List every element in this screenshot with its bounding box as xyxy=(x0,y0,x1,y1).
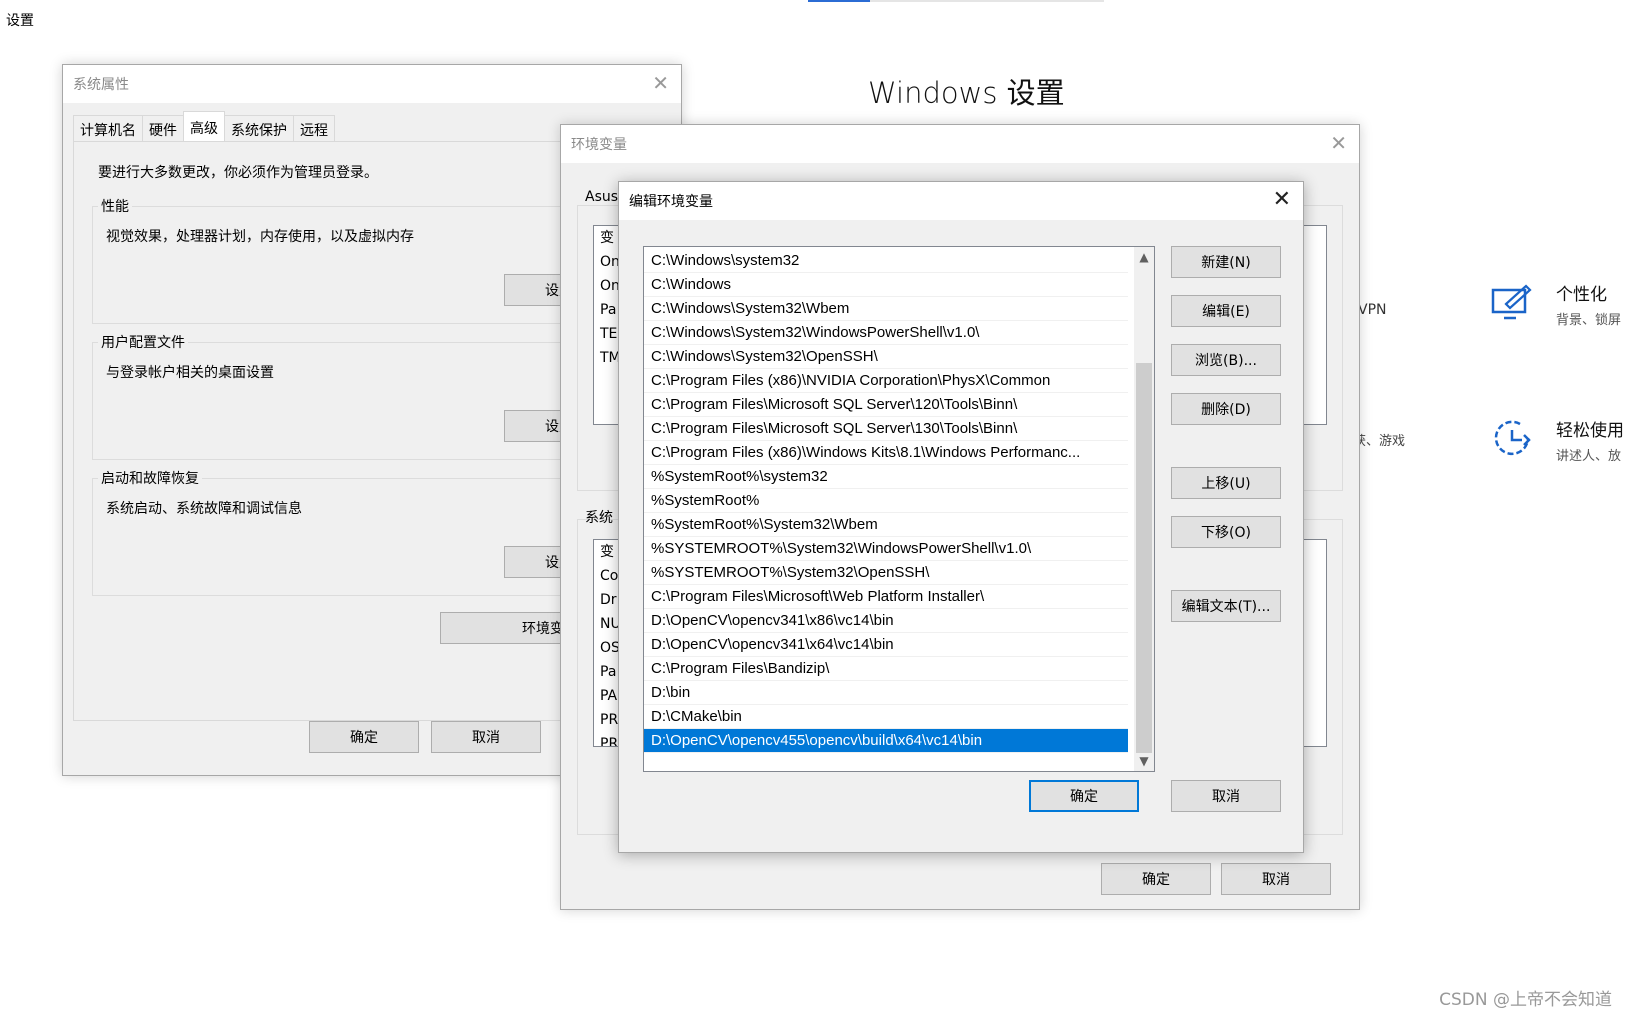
path-entry[interactable]: C:\Windows\System32\OpenSSH\ xyxy=(644,345,1128,369)
category-personalization[interactable]: 个性化 背景、锁屏 xyxy=(1490,280,1621,328)
system-vars-group-label: 系统 xyxy=(585,510,613,526)
path-entry[interactable]: D:\bin xyxy=(644,681,1128,705)
category-personalization-subtitle: 背景、锁屏 xyxy=(1556,313,1622,328)
path-entry[interactable]: %SYSTEMROOT%\System32\OpenSSH\ xyxy=(644,561,1128,585)
performance-desc: 视觉效果，处理器计划，内存使用，以及虚拟内存 xyxy=(106,229,414,245)
close-icon[interactable]: ✕ xyxy=(1273,189,1291,211)
browse-button[interactable]: 浏览(B)... xyxy=(1171,344,1281,376)
move-up-button[interactable]: 上移(U) xyxy=(1171,467,1281,499)
path-entry[interactable]: D:\CMake\bin xyxy=(644,705,1128,729)
settings-app-title: 设置 xyxy=(6,13,34,29)
admin-note: 要进行大多数更改，你必须作为管理员登录。 xyxy=(98,165,378,181)
path-list-scrollbar[interactable]: ▲ ▼ xyxy=(1134,247,1154,771)
edit-text-button[interactable]: 编辑文本(T)... xyxy=(1171,590,1281,622)
edit-environment-variable-dialog: 编辑环境变量 ✕ C:\Windows\system32 C:\Windows C:… xyxy=(618,181,1304,853)
env-vars-ok-button[interactable]: 确定 xyxy=(1101,863,1211,895)
top-accent-line xyxy=(808,0,870,2)
tab-strip: 计算机名 硬件 高级 系统保护 远程 xyxy=(73,111,335,141)
delete-button[interactable]: 删除(D) xyxy=(1171,393,1281,425)
path-entry[interactable]: C:\Windows\System32\WindowsPowerShell\v1… xyxy=(644,321,1128,345)
user-profiles-group-label: 用户配置文件 xyxy=(98,332,188,352)
path-entry[interactable]: D:\OpenCV\opencv455\opencv\build\x64\vc1… xyxy=(644,729,1128,753)
scroll-down-icon[interactable]: ▼ xyxy=(1134,751,1154,771)
startup-recovery-desc: 系统启动、系统故障和调试信息 xyxy=(106,501,302,517)
env-vars-cancel-button[interactable]: 取消 xyxy=(1221,863,1331,895)
user-vars-group-label: Asus xyxy=(585,189,619,205)
tab-remote[interactable]: 远程 xyxy=(293,115,335,141)
system-properties-cancel-button[interactable]: 取消 xyxy=(431,721,541,753)
windows-settings-heading: Windows 设置 xyxy=(868,76,1065,110)
path-entry[interactable]: C:\Windows\System32\Wbem xyxy=(644,297,1128,321)
path-entry[interactable]: C:\Windows\system32 xyxy=(644,249,1128,273)
edit-env-ok-button[interactable]: 确定 xyxy=(1029,780,1139,812)
category-ease-subtitle: 讲述人、放 xyxy=(1556,449,1622,464)
path-entry[interactable]: D:\OpenCV\opencv341\x64\vc14\bin xyxy=(644,633,1128,657)
path-entry[interactable]: %SYSTEMROOT%\System32\WindowsPowerShell\… xyxy=(644,537,1128,561)
environment-variables-title: 环境变量 xyxy=(571,137,627,153)
category-ease-title: 轻松使用 xyxy=(1556,421,1624,441)
startup-recovery-group-label: 启动和故障恢复 xyxy=(98,468,202,488)
path-entry[interactable]: C:\Program Files\Microsoft\Web Platform … xyxy=(644,585,1128,609)
move-down-button[interactable]: 下移(O) xyxy=(1171,516,1281,548)
tab-computer-name[interactable]: 计算机名 xyxy=(73,115,143,141)
path-entry[interactable]: D:\OpenCV\opencv341\x86\vc14\bin xyxy=(644,609,1128,633)
scroll-up-icon[interactable]: ▲ xyxy=(1134,247,1154,267)
edit-env-titlebar[interactable]: 编辑环境变量 ✕ xyxy=(619,182,1303,220)
performance-group-label: 性能 xyxy=(98,196,132,216)
tab-hardware[interactable]: 硬件 xyxy=(142,115,184,141)
path-entry[interactable]: C:\Program Files (x86)\Windows Kits\8.1\… xyxy=(644,441,1128,465)
category-ease-of-access[interactable]: 轻松使用 讲述人、放 xyxy=(1490,416,1624,464)
edit-env-cancel-button[interactable]: 取消 xyxy=(1171,780,1281,812)
path-entry[interactable]: C:\Program Files (x86)\NVIDIA Corporatio… xyxy=(644,369,1128,393)
scroll-thumb[interactable] xyxy=(1136,363,1152,753)
category-personalization-title: 个性化 xyxy=(1556,285,1607,305)
personalization-icon xyxy=(1491,284,1532,320)
path-entry[interactable]: %SystemRoot%\system32 xyxy=(644,465,1128,489)
tab-advanced[interactable]: 高级 xyxy=(183,111,225,141)
path-entry[interactable]: C:\Program Files\Microsoft SQL Server\13… xyxy=(644,417,1128,441)
system-properties-title: 系统属性 xyxy=(73,77,129,93)
path-entry[interactable]: C:\Program Files\Bandizip\ xyxy=(644,657,1128,681)
ease-of-access-icon xyxy=(1494,420,1531,456)
close-icon[interactable]: ✕ xyxy=(1330,133,1347,153)
environment-variables-titlebar[interactable]: 环境变量 ✕ xyxy=(561,125,1359,163)
system-properties-ok-button[interactable]: 确定 xyxy=(309,721,419,753)
path-entry[interactable]: C:\Program Files\Microsoft SQL Server\12… xyxy=(644,393,1128,417)
watermark: CSDN @上帝不会知道 xyxy=(1439,990,1612,1010)
system-properties-titlebar[interactable]: 系统属性 ✕ xyxy=(63,65,681,103)
vpn-text-fragment: VPN xyxy=(1358,302,1387,318)
path-entry[interactable]: %SystemRoot% xyxy=(644,489,1128,513)
new-button[interactable]: 新建(N) xyxy=(1171,246,1281,278)
tab-system-protection[interactable]: 系统保护 xyxy=(224,115,294,141)
user-profiles-desc: 与登录帐户相关的桌面设置 xyxy=(106,365,274,381)
path-list[interactable]: C:\Windows\system32 C:\Windows C:\Windows\… xyxy=(643,246,1155,772)
edit-button[interactable]: 编辑(E) xyxy=(1171,295,1281,327)
edit-env-title: 编辑环境变量 xyxy=(629,194,713,210)
path-entry[interactable]: C:\Windows xyxy=(644,273,1128,297)
close-icon[interactable]: ✕ xyxy=(652,73,669,93)
path-entry[interactable]: %SystemRoot%\System32\Wbem xyxy=(644,513,1128,537)
